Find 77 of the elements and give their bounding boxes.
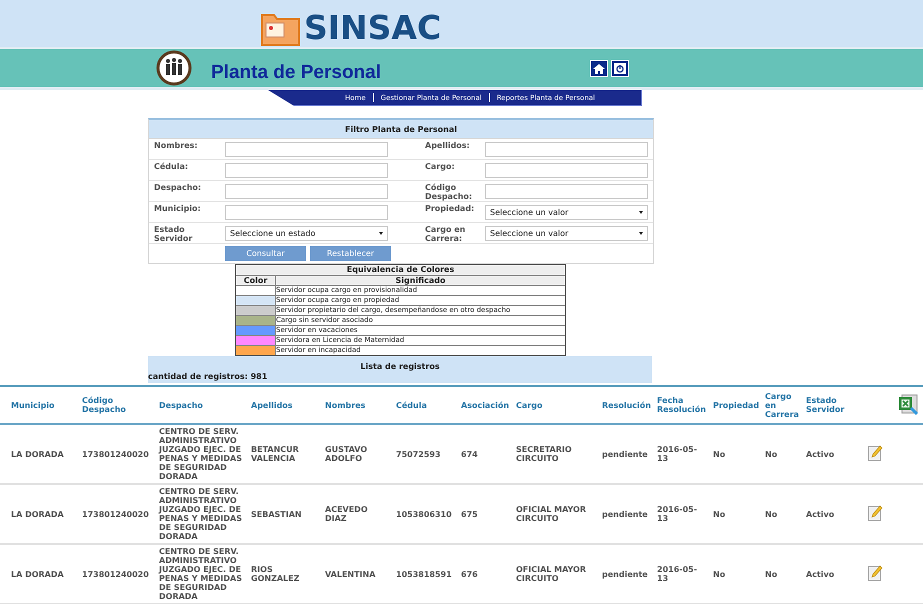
table-cell: 676: [461, 570, 478, 578]
list-title: Lista de registros: [359, 361, 441, 371]
table-cell: pendiente: [602, 570, 648, 578]
table-cell: SEBASTIAN: [251, 510, 302, 518]
table-cell: LA DORADA: [11, 510, 64, 518]
table-cell: No: [713, 450, 726, 458]
column-header: Cargo: [516, 400, 542, 410]
table-cell: 1053806310: [396, 510, 452, 518]
table-cell: OFICIAL MAYOR CIRCUITO: [516, 565, 586, 583]
column-header: Asociación: [461, 400, 510, 410]
column-header: Despacho: [159, 400, 203, 410]
column-header: Estado Servidor: [806, 396, 844, 414]
select-field[interactable]: Seleccione un valor: [485, 204, 648, 220]
table-cell: 2016-05-13: [657, 445, 698, 463]
table-cell: ACEVEDO DIAZ: [325, 505, 368, 523]
edit-icon[interactable]: [868, 505, 883, 521]
table-cell: pendiente: [602, 510, 648, 518]
table-cell: 1053818591: [396, 570, 452, 578]
input-field[interactable]: [225, 162, 388, 178]
table-cell: 674: [461, 450, 478, 458]
column-header: Nombres: [325, 400, 366, 410]
input-field[interactable]: [485, 184, 648, 198]
input-field[interactable]: [485, 142, 648, 156]
select-field[interactable]: Seleccione un estado: [225, 226, 388, 240]
column-header: Color: [236, 276, 276, 285]
table-cell: 173801240020: [82, 450, 149, 458]
select-field[interactable]: Seleccione un valor: [485, 226, 648, 240]
column-header: Código Despacho: [82, 396, 126, 414]
record-count: cantidad de registros: 981: [148, 372, 268, 381]
table-cell: No: [765, 570, 778, 578]
column-header: Propiedad: [713, 400, 760, 410]
column-header: Resolución: [602, 400, 651, 410]
table-cell: RIOS GONZALEZ: [251, 565, 300, 583]
column-header: Fecha Resolución: [657, 396, 706, 414]
table-cell: SECRETARIO CIRCUITO: [516, 445, 572, 463]
input-field[interactable]: [485, 162, 648, 178]
table-cell: CENTRO DE SERV. ADMINISTRATIVO JUZGADO EJEC. DE PENAS Y MEDIDAS DE SEGURIDAD DORADA: [159, 547, 242, 601]
people-icon: [156, 50, 192, 86]
input-field[interactable]: [225, 184, 388, 198]
table-cell: No: [713, 510, 726, 518]
page-title: Planta de Personal: [211, 62, 382, 84]
table-cell: No: [765, 510, 778, 518]
table-cell: Activo: [806, 510, 834, 518]
table-cell: OFICIAL MAYOR CIRCUITO: [516, 505, 586, 523]
column-header: Significado: [394, 276, 446, 285]
spreadsheet-icon[interactable]: [898, 393, 918, 415]
table-cell: LA DORADA: [11, 450, 64, 458]
table-cell: No: [765, 450, 778, 458]
logo-text: SINSAC: [304, 10, 442, 46]
table-cell: 2016-05-13: [657, 565, 698, 583]
column-header: Municipio: [11, 400, 55, 410]
table-cell: GUSTAVO ADOLFO: [325, 445, 368, 463]
column-header: Cargo en Carrera: [765, 392, 799, 418]
edit-icon[interactable]: [868, 565, 883, 581]
table-cell: 2016-05-13: [657, 505, 698, 523]
table-cell: Activo: [806, 570, 834, 578]
edit-icon[interactable]: [868, 445, 883, 461]
home-icon[interactable]: [590, 60, 608, 77]
table-cell: CENTRO DE SERV. ADMINISTRATIVO JUZGADO EJEC. DE PENAS Y MEDIDAS DE SEGURIDAD DORADA: [159, 487, 242, 541]
panel-title: Filtro Planta de Personal: [149, 120, 653, 139]
input-field[interactable]: [225, 204, 388, 220]
table-cell: 675: [461, 510, 478, 518]
table-cell: VALENTINA: [325, 570, 376, 578]
table-cell: BETANCUR VALENCIA: [251, 445, 299, 463]
table-cell: 173801240020: [82, 570, 149, 578]
input-field[interactable]: [225, 142, 388, 156]
legend-title: Equivalencia de Colores: [236, 265, 565, 276]
table-cell: CENTRO DE SERV. ADMINISTRATIVO JUZGADO EJEC. DE PENAS Y MEDIDAS DE SEGURIDAD DORADA: [159, 427, 242, 481]
table-cell: LA DORADA: [11, 570, 64, 578]
table-cell: 75072593: [396, 450, 441, 458]
table-cell: 173801240020: [82, 510, 149, 518]
table-cell: Activo: [806, 450, 834, 458]
column-header: Cédula: [396, 400, 427, 410]
table-cell: pendiente: [602, 450, 648, 458]
column-header: Apellidos: [251, 400, 293, 410]
power-icon[interactable]: [611, 60, 629, 77]
table-cell: No: [713, 570, 726, 578]
